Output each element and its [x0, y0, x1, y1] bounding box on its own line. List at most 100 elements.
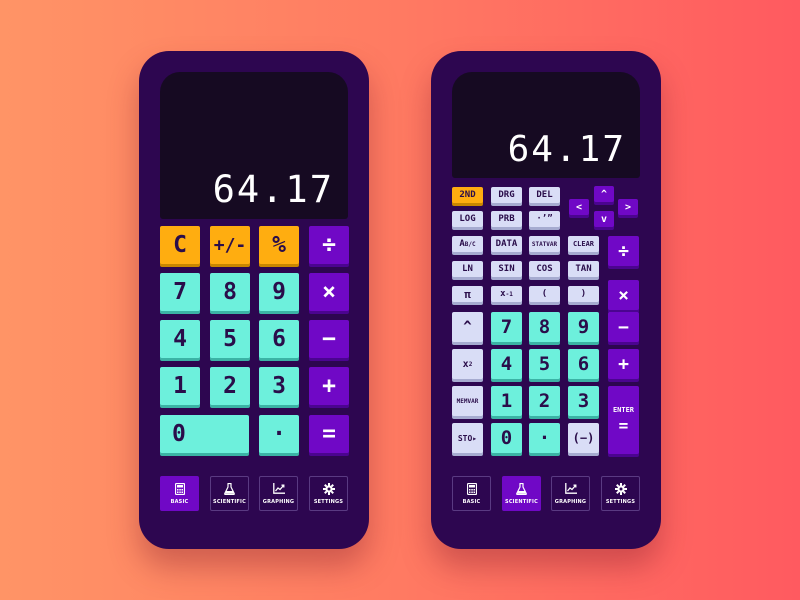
calculator-icon	[466, 482, 478, 495]
enter-button[interactable]: ENTER =	[608, 386, 639, 454]
data-button[interactable]: DATA	[491, 236, 522, 252]
flask-icon	[516, 482, 528, 495]
chart-icon	[272, 483, 285, 495]
negate-button[interactable]: (−)	[568, 423, 599, 453]
divide-button[interactable]: ÷	[608, 236, 639, 266]
tab-settings-label: SETTINGS	[605, 498, 636, 505]
sin-button[interactable]: SIN	[491, 261, 522, 277]
delete-button[interactable]: DEL	[529, 187, 560, 203]
digit-1-button[interactable]: 1	[491, 386, 522, 416]
tab-scientific-label: SCIENTIFIC	[213, 498, 246, 505]
digit-6-button[interactable]: 6	[259, 320, 299, 358]
digit-2-button[interactable]: 2	[529, 386, 560, 416]
square-sup: 2	[468, 360, 473, 368]
divide-button[interactable]: ÷	[309, 226, 349, 264]
abc-fraction-button[interactable]: A B/C	[452, 236, 483, 252]
percent-button[interactable]: %	[259, 226, 299, 264]
prb-button[interactable]: PRB	[491, 211, 522, 227]
arrow-right-button[interactable]: >	[618, 199, 638, 215]
tab-basic-label: BASIC	[170, 498, 189, 505]
tab-basic-label: BASIC	[462, 498, 481, 505]
tab-settings[interactable]: SETTINGS	[601, 476, 640, 511]
plus-button[interactable]: +	[309, 367, 349, 405]
right-paren-button[interactable]: )	[568, 286, 599, 302]
equals-button[interactable]: =	[309, 415, 349, 453]
clear-button[interactable]: CLEAR	[568, 236, 599, 252]
digit-7-button[interactable]: 7	[491, 312, 522, 342]
chevron-left-icon: <	[575, 201, 583, 213]
gear-icon	[322, 482, 335, 495]
digit-0-button[interactable]: 0	[160, 415, 249, 453]
statvar-button[interactable]: STATVAR	[529, 236, 560, 252]
digit-8-button[interactable]: 8	[210, 273, 250, 311]
tab-basic[interactable]: BASIC	[160, 476, 199, 511]
square-button[interactable]: x2	[452, 349, 483, 379]
digit-5-button[interactable]: 5	[529, 349, 560, 379]
chevron-right-icon: >	[624, 201, 632, 213]
left-paren-button[interactable]: (	[529, 286, 560, 302]
digit-9-button[interactable]: 9	[568, 312, 599, 342]
arrow-up-button[interactable]: ^	[594, 186, 614, 202]
tab-basic[interactable]: BASIC	[452, 476, 491, 511]
tab-scientific-label: SCIENTIFIC	[505, 498, 538, 505]
minus-button[interactable]: −	[309, 320, 349, 358]
basic-display-value: 64.17	[212, 168, 334, 211]
log-button[interactable]: LOG	[452, 211, 483, 227]
memvar-button[interactable]: MEMVAR	[452, 386, 483, 416]
tab-settings[interactable]: SETTINGS	[309, 476, 348, 511]
store-button[interactable]: STO▸	[452, 423, 483, 453]
dms-button[interactable]: ·’”	[529, 211, 560, 227]
digit-9-button[interactable]: 9	[259, 273, 299, 311]
tab-graphing[interactable]: GRAPHING	[551, 476, 590, 511]
digit-4-button[interactable]: 4	[491, 349, 522, 379]
digit-4-button[interactable]: 4	[160, 320, 200, 358]
decimal-button[interactable]: ·	[529, 423, 560, 453]
scientific-calculator-phone: 64.17 2ND DRG DEL ^ < > v LOG PRB ·’” AB…	[431, 51, 661, 549]
arrow-down-button[interactable]: v	[594, 211, 614, 227]
clear-button[interactable]: C	[160, 226, 200, 264]
arrow-left-button[interactable]: <	[569, 199, 589, 215]
multiply-button[interactable]: ×	[309, 273, 349, 311]
basic-calculator-phone: 64.17 C +/- % ÷ 7 8 9 × 4 5 6 − 1 2 3 + …	[139, 51, 369, 549]
digit-5-button[interactable]: 5	[210, 320, 250, 358]
chevron-up-icon: ^	[600, 188, 608, 200]
digit-3-button[interactable]: 3	[259, 367, 299, 405]
scientific-display-screen: 64.17	[452, 72, 640, 178]
scientific-display-value: 64.17	[507, 129, 626, 170]
digit-6-button[interactable]: 6	[568, 349, 599, 379]
calculator-icon	[174, 482, 186, 495]
tab-settings-label: SETTINGS	[313, 498, 344, 505]
decimal-button[interactable]: ·	[259, 415, 299, 453]
digit-8-button[interactable]: 8	[529, 312, 560, 342]
reciprocal-sup: -1	[505, 290, 513, 298]
chart-icon	[564, 483, 577, 495]
enter-label: ENTER	[612, 405, 635, 414]
abc-sub-label: B/C	[464, 240, 476, 248]
digit-1-button[interactable]: 1	[160, 367, 200, 405]
digit-2-button[interactable]: 2	[210, 367, 250, 405]
ln-button[interactable]: LN	[452, 261, 483, 277]
power-button[interactable]: ^	[452, 312, 483, 342]
enter-equals: =	[618, 415, 629, 435]
digit-0-button[interactable]: 0	[491, 423, 522, 453]
chevron-down-icon: v	[600, 213, 608, 225]
flask-icon	[224, 482, 236, 495]
gear-icon	[614, 482, 627, 495]
minus-button[interactable]: −	[608, 312, 639, 342]
basic-display-screen: 64.17	[160, 72, 348, 219]
pi-button[interactable]: π	[452, 286, 483, 302]
multiply-button[interactable]: ×	[608, 280, 639, 310]
reciprocal-button[interactable]: x -1	[491, 286, 522, 302]
digit-7-button[interactable]: 7	[160, 273, 200, 311]
second-button[interactable]: 2ND	[452, 187, 483, 203]
drg-button[interactable]: DRG	[491, 187, 522, 203]
plus-button[interactable]: +	[608, 349, 639, 379]
digit-3-button[interactable]: 3	[568, 386, 599, 416]
tab-graphing-label: GRAPHING	[554, 498, 587, 505]
tan-button[interactable]: TAN	[568, 261, 599, 277]
cos-button[interactable]: COS	[529, 261, 560, 277]
tab-graphing[interactable]: GRAPHING	[259, 476, 298, 511]
plus-minus-button[interactable]: +/-	[210, 226, 250, 264]
tab-scientific[interactable]: SCIENTIFIC	[210, 476, 249, 511]
tab-scientific[interactable]: SCIENTIFIC	[502, 476, 541, 511]
